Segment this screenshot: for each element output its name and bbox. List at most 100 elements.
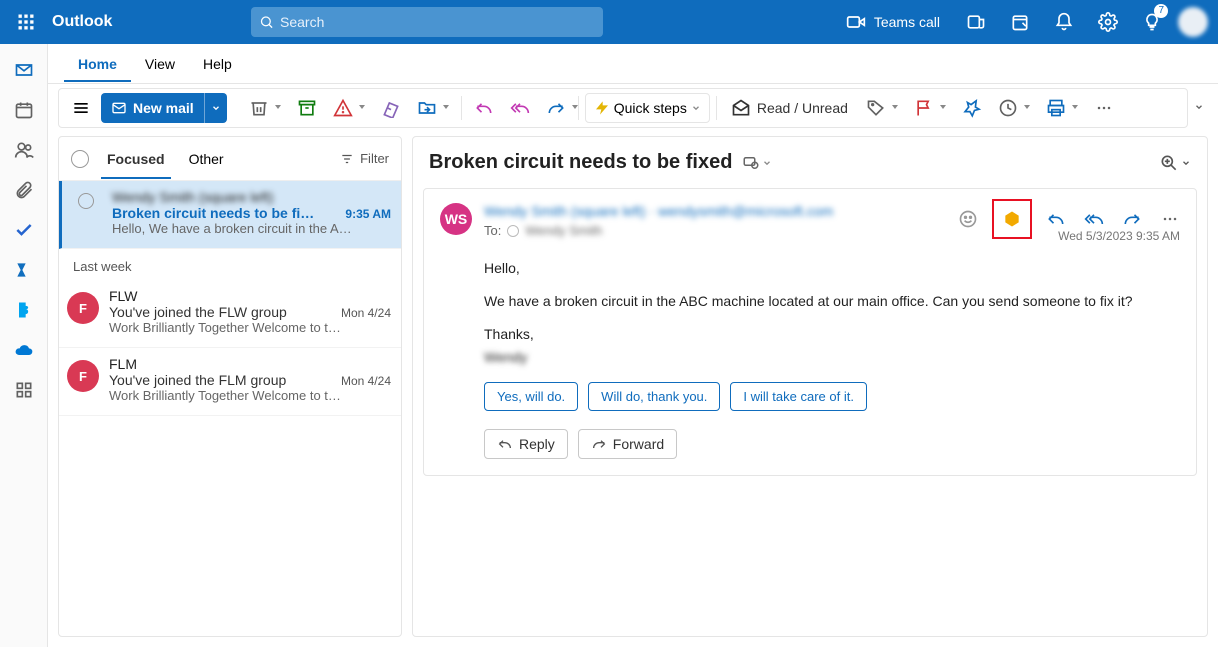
addin-button[interactable]	[998, 205, 1026, 233]
cloud-icon	[14, 340, 34, 360]
flag-icon	[914, 98, 934, 118]
print-icon	[1046, 98, 1066, 118]
forward-label: Forward	[613, 436, 664, 452]
todo-icon	[14, 220, 34, 240]
my-day-button[interactable]	[998, 0, 1042, 44]
mail-compose-icon	[111, 100, 127, 116]
sweep-button[interactable]	[375, 92, 407, 124]
to-recipient: Wendy Smith	[525, 223, 602, 238]
nav-toggle-button[interactable]	[65, 92, 97, 124]
filter-label: Filter	[360, 151, 389, 166]
body-signature: Wendy	[484, 347, 527, 368]
message-subject: Broken circuit needs to be fi…	[112, 205, 314, 221]
suggested-reply-2[interactable]: Will do, thank you.	[588, 382, 720, 411]
delete-button[interactable]	[243, 92, 275, 124]
rail-files[interactable]	[0, 170, 48, 210]
bottom-reply-button[interactable]: Reply	[484, 429, 568, 459]
chevron-down-icon	[211, 103, 221, 113]
teams-call-label: Teams call	[874, 14, 940, 30]
message-card: WS Wendy Smith (square left) · wendysmit…	[423, 188, 1197, 476]
reply-button[interactable]	[468, 92, 500, 124]
ribbon-expand-button[interactable]	[1194, 102, 1208, 115]
search-input[interactable]	[280, 14, 595, 30]
reply-all-button[interactable]	[504, 92, 536, 124]
rail-todo[interactable]	[0, 210, 48, 250]
suggested-replies: Yes, will do. Will do, thank you. I will…	[440, 382, 1180, 411]
bottom-forward-button[interactable]: Forward	[578, 429, 677, 459]
new-mail-dropdown[interactable]	[204, 93, 227, 123]
print-button[interactable]	[1040, 92, 1072, 124]
snooze-button[interactable]	[992, 92, 1024, 124]
flag-button[interactable]	[908, 92, 940, 124]
search-box[interactable]	[251, 7, 603, 37]
reply-label: Reply	[519, 436, 555, 452]
tips-button[interactable]: 7	[1130, 0, 1174, 44]
message-item[interactable]: Wendy Smith (square left) Broken circuit…	[59, 181, 401, 249]
suggested-reply-1[interactable]: Yes, will do.	[484, 382, 578, 411]
topbar-right: Teams call 7	[832, 0, 1218, 44]
zoom-button[interactable]	[1159, 153, 1191, 173]
reading-subject: Broken circuit needs to be fixed	[429, 151, 732, 174]
message-sender: Wendy Smith (square left)	[112, 189, 391, 205]
move-folder-icon	[417, 98, 437, 118]
tab-home[interactable]: Home	[64, 46, 131, 82]
reading-pane: Broken circuit needs to be fixed WS Wend…	[412, 136, 1208, 637]
mail-icon	[14, 60, 34, 80]
message-sender: FLM	[109, 356, 391, 372]
pin-button[interactable]	[956, 92, 988, 124]
trash-icon	[249, 98, 269, 118]
message-preview: Work Brilliantly Together Welcome to t…	[109, 388, 391, 403]
rail-bookings[interactable]	[0, 290, 48, 330]
chevron-down-icon	[691, 103, 701, 113]
teams-icon	[966, 12, 986, 32]
chevron-down-icon[interactable]	[762, 158, 772, 168]
react-button[interactable]	[954, 205, 982, 233]
move-button[interactable]	[411, 92, 443, 124]
select-message-toggle[interactable]	[78, 193, 94, 209]
envelope-open-icon	[731, 98, 751, 118]
more-commands-button[interactable]	[1088, 92, 1120, 124]
tag-icon	[866, 98, 886, 118]
archive-button[interactable]	[291, 92, 323, 124]
tab-view[interactable]: View	[131, 46, 189, 82]
calendar-icon	[14, 100, 34, 120]
from-line: Wendy Smith (square left) · wendysmith@m…	[484, 203, 833, 219]
bell-icon	[1054, 12, 1074, 32]
archive-icon	[297, 98, 317, 118]
message-time: Mon 4/24	[341, 306, 391, 320]
conversation-settings-icon[interactable]	[742, 154, 760, 172]
forward-icon	[591, 436, 607, 452]
rail-onedrive[interactable]	[0, 330, 48, 370]
rail-more-apps[interactable]	[0, 370, 48, 410]
rail-yammer[interactable]	[0, 250, 48, 290]
select-all-toggle[interactable]	[71, 150, 89, 168]
message-body: Hello, We have a broken circuit in the A…	[440, 258, 1180, 368]
message-item[interactable]: F FLM You've joined the FLM group Mon 4/…	[59, 348, 401, 416]
account-avatar[interactable]	[1178, 7, 1208, 37]
tab-other[interactable]: Other	[183, 139, 230, 179]
teams-call-button[interactable]: Teams call	[832, 0, 954, 44]
categorize-button[interactable]	[860, 92, 892, 124]
new-mail-button[interactable]: New mail	[101, 93, 227, 123]
message-subject: You've joined the FLM group	[109, 372, 286, 388]
teams-button[interactable]	[954, 0, 998, 44]
filter-button[interactable]: Filter	[340, 151, 389, 166]
message-item[interactable]: F FLW You've joined the FLW group Mon 4/…	[59, 280, 401, 348]
read-unread-button[interactable]: Read / Unread	[723, 93, 856, 123]
settings-button[interactable]	[1086, 0, 1130, 44]
tab-focused[interactable]: Focused	[101, 139, 171, 179]
forward-button[interactable]	[540, 92, 572, 124]
rail-people[interactable]	[0, 130, 48, 170]
new-mail-label: New mail	[133, 100, 194, 116]
app-launcher-button[interactable]	[6, 0, 46, 44]
report-button[interactable]	[327, 92, 359, 124]
tab-help[interactable]: Help	[189, 46, 246, 82]
rail-calendar[interactable]	[0, 90, 48, 130]
reply-icon	[1046, 209, 1066, 229]
message-subject: You've joined the FLW group	[109, 304, 287, 320]
quick-steps-button[interactable]: Quick steps	[585, 93, 710, 123]
message-timestamp: Wed 5/3/2023 9:35 AM	[1058, 229, 1180, 243]
notifications-button[interactable]	[1042, 0, 1086, 44]
rail-mail[interactable]	[0, 50, 48, 90]
suggested-reply-3[interactable]: I will take care of it.	[730, 382, 867, 411]
